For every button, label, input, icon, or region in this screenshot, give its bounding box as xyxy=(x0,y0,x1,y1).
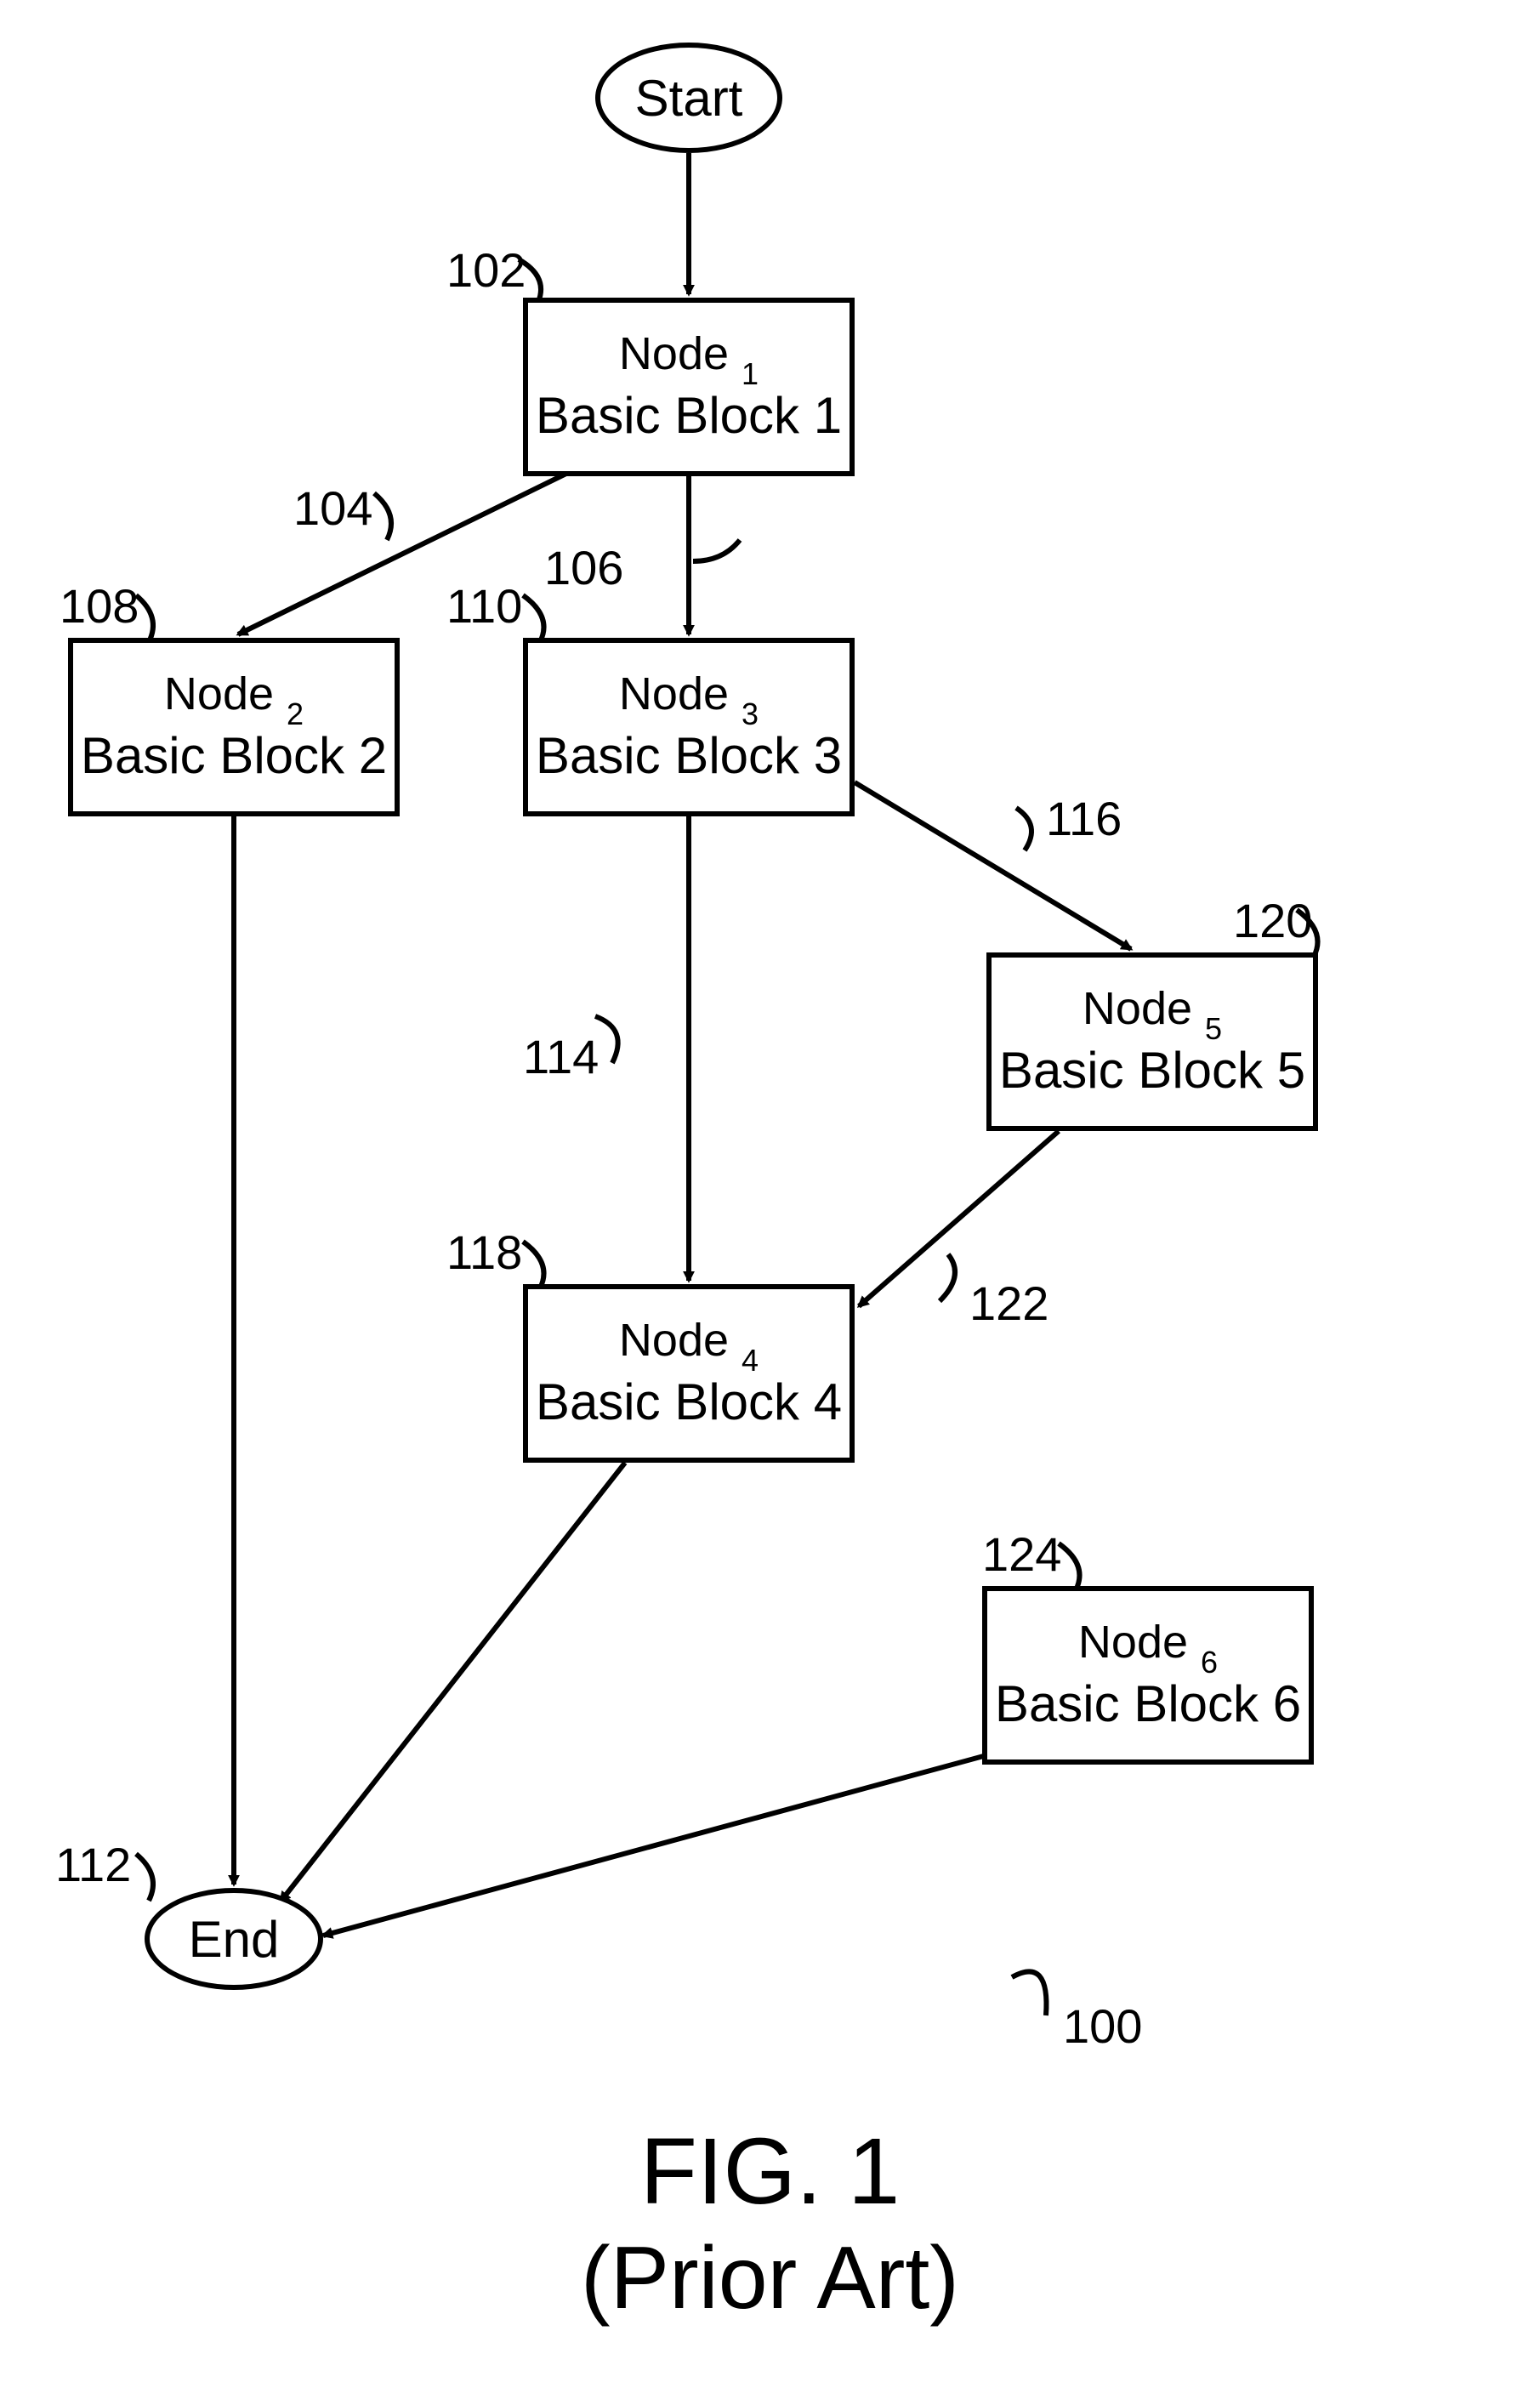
node-5-top: Node 5 xyxy=(1083,984,1222,1040)
figure-subtitle: (Prior Art) xyxy=(0,2228,1540,2329)
node-3-bottom: Basic Block 3 xyxy=(536,726,842,785)
ref-120: 120 xyxy=(1233,893,1312,948)
ref-104: 104 xyxy=(293,480,372,536)
node-3-top: Node 3 xyxy=(619,669,759,725)
end-label: End xyxy=(189,1910,280,1969)
node-5: Node 5 Basic Block 5 xyxy=(986,952,1318,1131)
ref-108: 108 xyxy=(60,578,139,634)
node-2-top: Node 2 xyxy=(164,669,304,725)
node-1-top: Node 1 xyxy=(619,329,759,385)
end-terminal: End xyxy=(145,1888,323,1990)
ref-102: 102 xyxy=(446,242,526,298)
diagram-stage: Start End Node 1 Basic Block 1 Node 2 Ba… xyxy=(0,0,1540,2399)
node-2: Node 2 Basic Block 2 xyxy=(68,638,400,816)
node-4-top: Node 4 xyxy=(619,1316,759,1372)
ref-122: 122 xyxy=(969,1276,1048,1331)
node-4: Node 4 Basic Block 4 xyxy=(523,1284,855,1463)
node-4-bottom: Basic Block 4 xyxy=(536,1373,842,1431)
ref-118: 118 xyxy=(446,1225,522,1280)
node-6-bottom: Basic Block 6 xyxy=(995,1674,1301,1733)
start-label: Start xyxy=(635,69,743,128)
figure-title: FIG. 1 xyxy=(0,2118,1540,2226)
node-1: Node 1 Basic Block 1 xyxy=(523,298,855,476)
node-6-top: Node 6 xyxy=(1078,1617,1218,1674)
node-6: Node 6 Basic Block 6 xyxy=(982,1586,1314,1765)
start-terminal: Start xyxy=(595,43,782,153)
node-2-bottom: Basic Block 2 xyxy=(81,726,387,785)
ref-106: 106 xyxy=(544,540,623,595)
ref-110: 110 xyxy=(446,578,522,634)
ref-116: 116 xyxy=(1046,791,1122,846)
node-3: Node 3 Basic Block 3 xyxy=(523,638,855,816)
ref-100: 100 xyxy=(1063,1998,1142,2054)
ref-112: 112 xyxy=(55,1837,131,1892)
node-5-bottom: Basic Block 5 xyxy=(999,1041,1305,1100)
node-1-bottom: Basic Block 1 xyxy=(536,386,842,445)
ref-124: 124 xyxy=(982,1526,1061,1582)
ref-114: 114 xyxy=(523,1029,599,1084)
